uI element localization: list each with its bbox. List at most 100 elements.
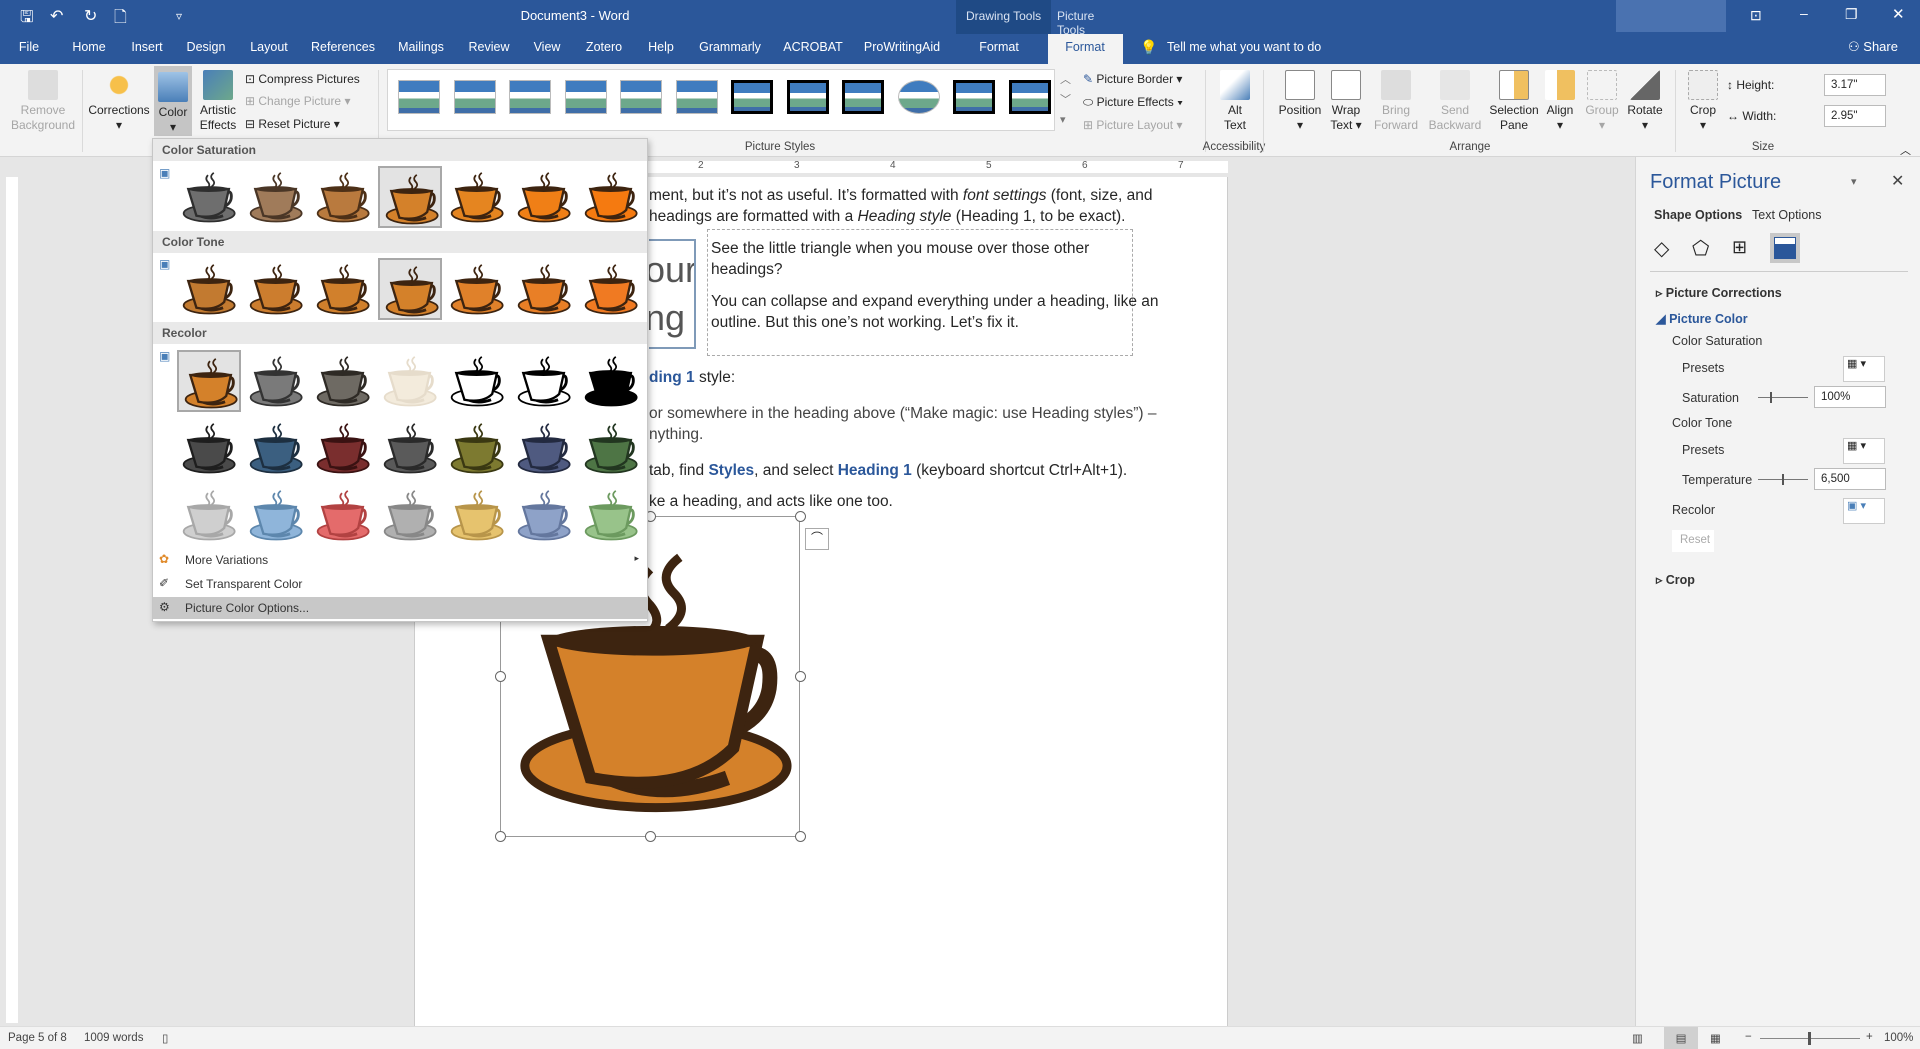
resize-handle[interactable]: [795, 511, 806, 522]
tab-help[interactable]: Help: [648, 40, 674, 54]
heading-image-fragment[interactable]: our ng: [649, 239, 696, 349]
tab-prowritingaid[interactable]: ProWritingAid: [864, 40, 940, 54]
tab-review[interactable]: Review: [469, 40, 510, 54]
size-properties-icon[interactable]: ⊞: [1732, 237, 1747, 258]
color-saturation-option[interactable]: [311, 166, 375, 228]
recolor-option[interactable]: [177, 350, 241, 412]
resize-handle[interactable]: [495, 671, 506, 682]
color-saturation-option[interactable]: [445, 166, 509, 228]
page-count[interactable]: Page 5 of 8: [8, 1032, 67, 1044]
height-input[interactable]: 3.17": [1824, 74, 1886, 96]
group-button[interactable]: Group ▾: [1582, 64, 1622, 133]
effects-pentagon-icon[interactable]: ⬠: [1692, 236, 1709, 261]
tab-format-drawing[interactable]: Format: [979, 40, 1019, 54]
color-tone-option[interactable]: [244, 258, 308, 320]
tab-format-picture[interactable]: Format: [1065, 40, 1105, 54]
recolor-option[interactable]: [311, 484, 375, 546]
minimize-icon[interactable]: –: [1800, 5, 1808, 21]
word-count[interactable]: 1009 words: [84, 1032, 143, 1044]
resize-handle[interactable]: [645, 831, 656, 842]
layout-options-button[interactable]: ⌒: [805, 528, 829, 550]
collapse-ribbon-icon[interactable]: ︿: [1900, 142, 1911, 158]
recolor-option[interactable]: [378, 484, 442, 546]
picture-style-thumbnail[interactable]: [786, 80, 829, 114]
tab-mailings[interactable]: Mailings: [398, 40, 444, 54]
align-button[interactable]: Align ▾: [1542, 64, 1578, 133]
tab-references[interactable]: References: [311, 40, 375, 54]
web-layout-icon[interactable]: ▦: [1710, 1031, 1721, 1045]
picture-style-thumbnail[interactable]: [1008, 80, 1051, 114]
color-button[interactable]: Color ▾: [154, 66, 192, 136]
more-variations-item[interactable]: ✿ More Variations ▸: [153, 549, 647, 571]
recolor-option[interactable]: [445, 484, 509, 546]
saturation-presets-dropdown[interactable]: ▦ ▾: [1843, 356, 1885, 382]
recolor-option[interactable]: [244, 484, 308, 546]
recolor-option[interactable]: [378, 417, 442, 479]
recolor-option[interactable]: [579, 417, 643, 479]
crop-button[interactable]: Crop ▾: [1686, 64, 1720, 133]
vertical-ruler[interactable]: [6, 177, 18, 1023]
account-area[interactable]: [1616, 0, 1726, 32]
zoom-out-button[interactable]: −: [1745, 1031, 1752, 1043]
picture-style-thumbnail[interactable]: [620, 80, 662, 114]
picture-style-thumbnail[interactable]: [675, 80, 718, 114]
picture-color-options-item[interactable]: ⚙ Picture Color Options...: [153, 597, 647, 619]
picture-tab[interactable]: [1770, 233, 1800, 263]
recolor-option[interactable]: [512, 484, 576, 546]
tab-home[interactable]: Home: [72, 40, 105, 54]
picture-style-thumbnail[interactable]: [953, 80, 995, 114]
picture-color-section[interactable]: ◢ Picture Color: [1656, 311, 1748, 326]
selection-pane-button[interactable]: Selection Pane: [1488, 64, 1540, 133]
zoom-in-button[interactable]: +: [1866, 1031, 1873, 1043]
recolor-option[interactable]: [378, 350, 442, 412]
color-saturation-option[interactable]: [244, 166, 308, 228]
color-saturation-option[interactable]: [177, 166, 241, 228]
corrections-button[interactable]: Corrections ▾: [86, 64, 152, 133]
tab-acrobat[interactable]: ACROBAT: [783, 40, 843, 54]
send-backward-button[interactable]: Send Backward: [1424, 64, 1486, 133]
compress-pictures-button[interactable]: ⊡ Compress Pictures: [245, 72, 360, 86]
resize-handle[interactable]: [495, 831, 506, 842]
color-tone-option[interactable]: [311, 258, 375, 320]
color-tone-option[interactable]: [378, 258, 442, 320]
picture-style-thumbnail[interactable]: [731, 80, 773, 114]
tell-me-search[interactable]: Tell me what you want to do: [1167, 40, 1321, 54]
tab-zotero[interactable]: Zotero: [586, 40, 622, 54]
set-transparent-color-item[interactable]: ✐ Set Transparent Color: [153, 573, 647, 595]
position-button[interactable]: Position ▾: [1276, 64, 1324, 133]
picture-border-button[interactable]: ✎ Picture Border ▾: [1083, 72, 1182, 86]
recolor-option[interactable]: [311, 350, 375, 412]
fill-line-icon[interactable]: ◇: [1654, 236, 1669, 261]
color-tone-option[interactable]: [445, 258, 509, 320]
tab-view[interactable]: View: [534, 40, 561, 54]
recolor-option[interactable]: [177, 417, 241, 479]
proofing-icon[interactable]: ▯: [162, 1031, 168, 1045]
read-mode-icon[interactable]: ▥: [1632, 1031, 1643, 1045]
picture-style-thumbnail[interactable]: [453, 80, 496, 114]
recolor-option[interactable]: [579, 484, 643, 546]
change-picture-button[interactable]: ⊞ Change Picture ▾: [245, 94, 350, 108]
color-tone-option[interactable]: [177, 258, 241, 320]
bring-forward-button[interactable]: Bring Forward: [1368, 64, 1424, 133]
tab-layout[interactable]: Layout: [250, 40, 288, 54]
text-options-tab[interactable]: Text Options: [1752, 208, 1821, 222]
picture-effects-button[interactable]: ⬭ Picture Effects ▾: [1083, 95, 1183, 110]
gallery-scroll[interactable]: ︿ ﹀ ▾: [1060, 70, 1075, 130]
picture-style-thumbnail[interactable]: [842, 80, 884, 114]
recolor-option[interactable]: [177, 484, 241, 546]
resize-handle[interactable]: [795, 671, 806, 682]
color-saturation-option[interactable]: [512, 166, 576, 228]
share-button[interactable]: ⚇ Share: [1848, 39, 1898, 55]
recolor-option[interactable]: [579, 350, 643, 412]
ribbon-display-icon[interactable]: ⊡: [1750, 7, 1762, 24]
remove-background-button[interactable]: Remove Background: [8, 64, 78, 133]
recolor-dropdown[interactable]: ▣ ▾: [1843, 498, 1885, 524]
tab-file[interactable]: File: [19, 40, 39, 54]
artistic-effects-button[interactable]: Artistic Effects: [194, 64, 242, 133]
picture-style-thumbnail[interactable]: [564, 80, 607, 114]
color-tone-option[interactable]: [512, 258, 576, 320]
width-input[interactable]: 2.95": [1824, 105, 1886, 127]
recolor-option[interactable]: [445, 350, 509, 412]
tab-insert[interactable]: Insert: [131, 40, 162, 54]
resize-handle[interactable]: [795, 831, 806, 842]
